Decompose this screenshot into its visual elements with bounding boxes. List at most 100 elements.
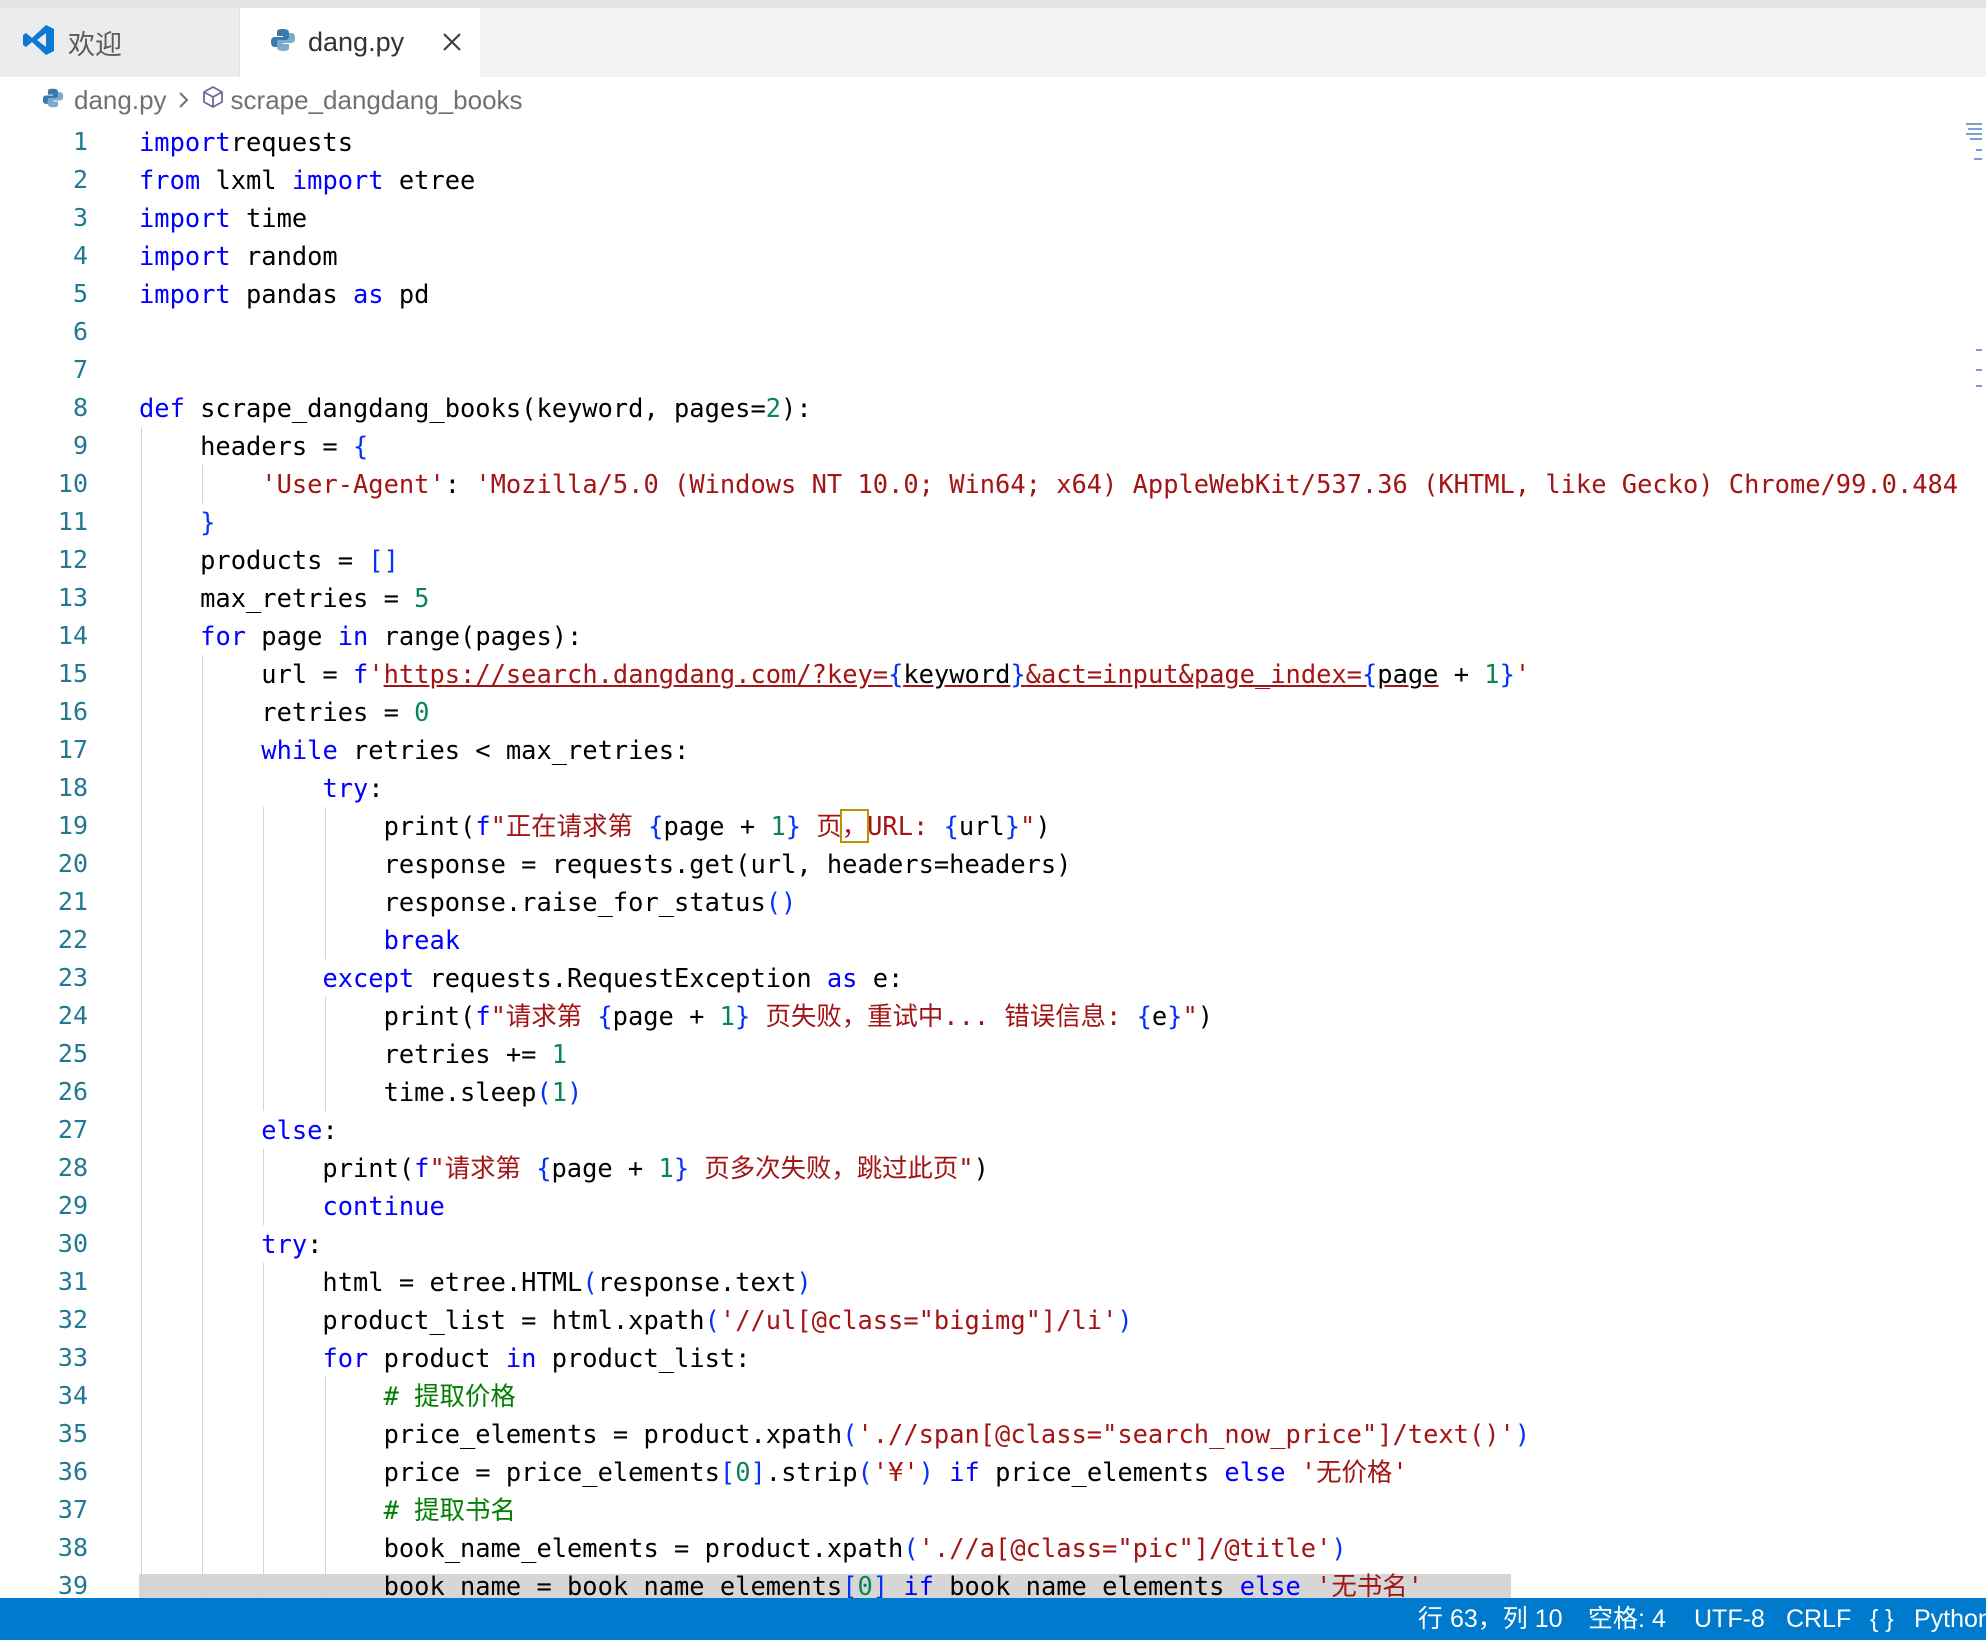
line-code: retries = 0	[139, 693, 429, 731]
code-token: requests	[230, 127, 354, 157]
line-number: 25	[57, 1039, 88, 1068]
code-token: random	[230, 241, 338, 271]
code-line[interactable]: 9 headers = {	[0, 427, 1960, 465]
code-line[interactable]: 27 else:	[0, 1111, 1960, 1149]
code-token: 页	[801, 811, 842, 841]
minimap-line	[1976, 349, 1982, 351]
code-line[interactable]: 1 importrequests	[0, 123, 1960, 161]
code-line[interactable]: 32 product_list = html.xpath('//ul[@clas…	[0, 1301, 1960, 1339]
code-token: https://search.dangdang.com/?key=	[383, 659, 889, 689]
code-line[interactable]: 5 import pandas as pd	[0, 275, 1960, 313]
code-line[interactable]: 18 try:	[0, 769, 1960, 807]
code-line[interactable]: 22 break	[0, 921, 1960, 959]
code-line[interactable]: 36 price = price_elements[0].strip('¥') …	[0, 1453, 1960, 1491]
code-line[interactable]: 3 import time	[0, 199, 1960, 237]
line-code: headers = {	[139, 427, 368, 465]
code-line[interactable]: 24 print(f"请求第 {page + 1} 页失败，重试中... 错误信…	[0, 997, 1960, 1035]
code-token: ]	[750, 1457, 766, 1487]
code-line[interactable]: 14 for page in range(pages):	[0, 617, 1960, 655]
code-line[interactable]: 8 def scrape_dangdang_books(keyword, page…	[0, 389, 1960, 427]
code-token: }	[1004, 811, 1021, 841]
code-token: for	[322, 1343, 369, 1373]
status-encoding[interactable]: UTF-8	[1694, 1598, 1765, 1640]
code-token: if	[903, 1571, 934, 1598]
line-number: 32	[57, 1305, 88, 1334]
code-line[interactable]: 19 print(f"正在请求第 {page + 1} 页，URL: {url}…	[0, 807, 1960, 845]
code-token: max_retries =	[139, 583, 415, 613]
code-line[interactable]: 17 while retries < max_retries:	[0, 731, 1960, 769]
vscode-logo-icon	[22, 23, 56, 62]
code-line[interactable]: 2 from lxml import etree	[0, 161, 1960, 199]
code-line[interactable]: 26 time.sleep(1)	[0, 1073, 1960, 1111]
line-code: try:	[139, 1225, 322, 1263]
code-token: :	[322, 1115, 338, 1145]
line-number: 9	[72, 431, 88, 460]
code-line[interactable]: 13 max_retries = 5	[0, 579, 1960, 617]
code-line[interactable]: 23 except requests.RequestException as e…	[0, 959, 1960, 997]
code-token: pd	[383, 279, 430, 309]
line-number: 29	[57, 1191, 88, 1220]
code-token: response.text	[597, 1267, 797, 1297]
code-line[interactable]: 7	[0, 351, 1960, 389]
minimap[interactable]	[1958, 123, 1986, 1598]
code-token: try	[322, 773, 369, 803]
code-token: page +	[551, 1153, 659, 1183]
code-line[interactable]: 31 html = etree.HTML(response.text)	[0, 1263, 1960, 1301]
code-line[interactable]: 29 continue	[0, 1187, 1960, 1225]
tab-dang-py[interactable]: dang.py	[240, 8, 480, 77]
code-line[interactable]: 11 }	[0, 503, 1960, 541]
code-token: &act=input&page_index=	[1025, 659, 1362, 689]
tab-bar: 欢迎 dang.py	[0, 0, 1986, 77]
code-line[interactable]: 34 # 提取价格	[0, 1377, 1960, 1415]
code-token: book_name_elements = product.xpath	[139, 1533, 904, 1563]
breadcrumb-file[interactable]: dang.py	[74, 85, 167, 116]
code-line[interactable]: 20 response = requests.get(url, headers=…	[0, 845, 1960, 883]
code-line[interactable]: 25 retries += 1	[0, 1035, 1960, 1073]
code-editor[interactable]: 1 importrequests 2 from lxml import etree 3 i…	[0, 123, 1986, 1598]
code-line[interactable]: 4 import random	[0, 237, 1960, 275]
status-language[interactable]: Python	[1914, 1598, 1986, 1640]
status-eol[interactable]: CRLF	[1786, 1598, 1851, 1640]
line-number: 15	[57, 659, 88, 688]
code-token: '无价格'	[1300, 1457, 1408, 1487]
code-token: (	[582, 1267, 598, 1297]
code-line[interactable]: 30 try:	[0, 1225, 1960, 1263]
line-number: 13	[57, 583, 88, 612]
code-line[interactable]: 21 response.raise_for_status()	[0, 883, 1960, 921]
code-token: URL:	[867, 811, 944, 841]
code-token: print(	[139, 811, 476, 841]
status-indentation[interactable]: 空格: 4	[1588, 1598, 1666, 1640]
close-icon[interactable]	[438, 28, 466, 56]
line-code: book_name_elements = product.xpath('.//a…	[139, 1529, 1347, 1567]
code-token: (	[536, 1077, 552, 1107]
code-token: (	[842, 1419, 858, 1449]
code-line[interactable]: 12 products = []	[0, 541, 1960, 579]
code-token: []	[368, 545, 399, 575]
code-line[interactable]: 38 book_name_elements = product.xpath('.…	[0, 1529, 1960, 1567]
code-token: 页失败，重试中... 错误信息:	[750, 1001, 1137, 1031]
status-cursor-position[interactable]: 行 63，列 10	[1418, 1598, 1563, 1640]
code-line[interactable]: 28 print(f"请求第 {page + 1} 页多次失败，跳过此页")	[0, 1149, 1960, 1187]
breadcrumb-symbol[interactable]: scrape_dangdang_books	[231, 85, 523, 116]
line-code: 'User-Agent': 'Mozilla/5.0 (Windows NT 1…	[139, 465, 1958, 503]
tab-welcome[interactable]: 欢迎	[0, 8, 240, 77]
code-line[interactable]: 15 url = f'https://search.dangdang.com/?…	[0, 655, 1960, 693]
line-number: 26	[57, 1077, 88, 1106]
code-line[interactable]: 6	[0, 313, 1960, 351]
code-token: )	[973, 1153, 989, 1183]
code-token: 0	[857, 1571, 873, 1598]
code-token: 1	[719, 1001, 735, 1031]
code-token: page	[246, 621, 338, 651]
code-token: {	[597, 1001, 613, 1031]
code-line[interactable]: 39 book_name = book_name_elements[0] if …	[0, 1567, 1960, 1598]
code-line[interactable]: 35 price_elements = product.xpath('.//sp…	[0, 1415, 1960, 1453]
line-code: else:	[139, 1111, 338, 1149]
code-line[interactable]: 10 'User-Agent': 'Mozilla/5.0 (Windows N…	[0, 465, 1960, 503]
code-line[interactable]: 37 # 提取书名	[0, 1491, 1960, 1529]
code-token: "	[1182, 1001, 1198, 1031]
code-line[interactable]: 16 retries = 0	[0, 693, 1960, 731]
code-line[interactable]: 33 for product in product_list:	[0, 1339, 1960, 1377]
